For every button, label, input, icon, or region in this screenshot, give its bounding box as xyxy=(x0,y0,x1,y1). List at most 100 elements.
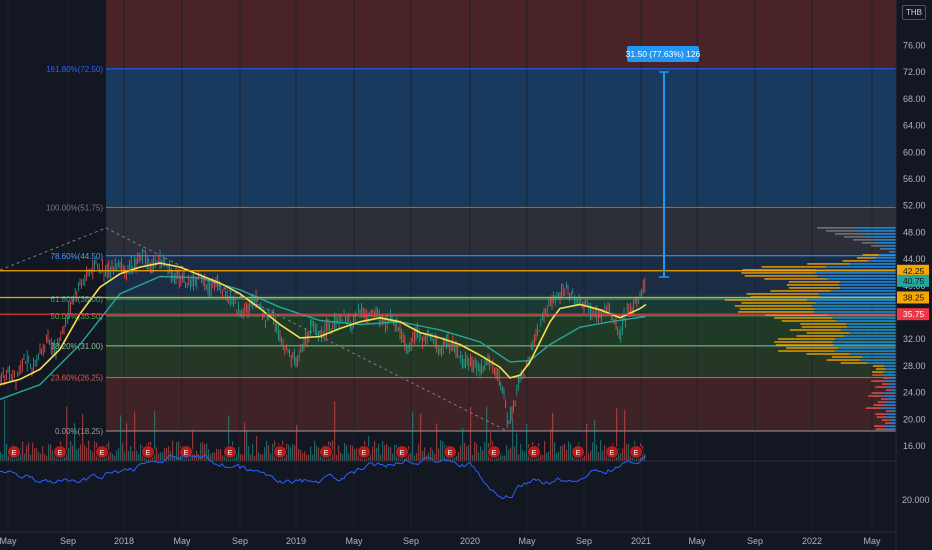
volume-profile-bar xyxy=(889,377,896,379)
volume-bar xyxy=(438,448,440,461)
volume-profile-bar xyxy=(875,368,886,370)
price-tag-label: 42.25 xyxy=(903,266,925,276)
volume-bar xyxy=(42,446,44,461)
volume-bar xyxy=(522,450,524,461)
volume-profile-bar xyxy=(867,362,896,364)
volume-profile-bar xyxy=(801,326,847,328)
volume-bar xyxy=(428,452,430,461)
volume-profile-bar xyxy=(844,335,896,337)
volume-profile-bar xyxy=(880,248,888,250)
volume-bar xyxy=(130,446,132,461)
volume-profile-bar xyxy=(836,320,896,322)
volume-bar xyxy=(462,428,464,461)
volume-bar xyxy=(382,441,384,461)
fib-zone-grey xyxy=(106,206,896,254)
volume-profile-bar xyxy=(741,272,816,274)
volume-bar xyxy=(486,406,488,461)
volume-profile-bar xyxy=(886,410,891,412)
volume-bar xyxy=(512,418,514,461)
price-chart[interactable]: 161.80%(72.50) 100.00%(51.75) 78.60%(44.50… xyxy=(0,0,932,550)
volume-bar xyxy=(90,449,92,461)
volume-bar xyxy=(378,443,380,461)
volume-bar xyxy=(78,447,80,461)
volume-profile-bar xyxy=(761,266,827,268)
volume-bar xyxy=(40,453,42,461)
earnings-marker-letter: E xyxy=(324,450,329,457)
volume-bar xyxy=(524,451,526,461)
price-tick-label: 64.00 xyxy=(903,121,926,131)
volume-profile-bar xyxy=(786,347,839,349)
volume-bar xyxy=(316,445,318,461)
volume-profile-bar xyxy=(840,329,896,331)
volume-bar xyxy=(394,444,396,461)
time-tick-label: May xyxy=(688,536,706,546)
volume-bar xyxy=(334,401,336,461)
volume-bar xyxy=(624,410,626,461)
price-tick-label: 68.00 xyxy=(903,94,926,104)
volume-profile-bar xyxy=(885,422,891,424)
volume-bar xyxy=(68,448,70,461)
volume-profile-bar xyxy=(890,389,896,391)
volume-bar xyxy=(110,452,112,461)
volume-profile-bar xyxy=(871,245,883,247)
volume-bar xyxy=(506,445,508,461)
earnings-marker-letter: E xyxy=(58,450,63,457)
volume-bar xyxy=(122,443,124,461)
volume-bar xyxy=(568,441,570,461)
volume-profile-bar xyxy=(885,413,896,415)
volume-bar xyxy=(558,451,560,461)
volume-profile-bar xyxy=(854,227,896,229)
volume-profile-bar xyxy=(774,317,833,319)
volume-profile-bar xyxy=(878,242,896,244)
volume-bar xyxy=(30,454,32,461)
fib-level-label: 0.00%(18.25) xyxy=(55,427,103,436)
price-tags: 42.2540.75 38.25 35.75 xyxy=(897,264,929,321)
volume-bar xyxy=(270,453,272,461)
volume-profile-bar xyxy=(873,425,885,427)
volume-bar xyxy=(584,455,586,461)
volume-profile-bar xyxy=(833,344,896,346)
volume-profile-bar xyxy=(806,332,850,334)
volume-bar xyxy=(254,455,256,461)
volume-bar xyxy=(76,449,78,461)
volume-profile-bar xyxy=(856,257,876,259)
volume-profile-bar xyxy=(868,236,896,238)
volume-bar xyxy=(34,448,36,461)
price-tick-label: 56.00 xyxy=(903,174,926,184)
volume-bar xyxy=(206,443,208,461)
volume-bar xyxy=(318,447,320,461)
volume-profile-bar xyxy=(862,254,879,256)
volume-profile-bar xyxy=(815,272,896,274)
volume-profile-bar xyxy=(826,230,860,232)
volume-bar xyxy=(554,442,556,461)
fib-level-label: 161.80%(72.50) xyxy=(46,65,103,74)
volume-profile-bar xyxy=(827,278,896,280)
earnings-marker-letter: E xyxy=(532,450,537,457)
volume-profile-bar xyxy=(835,233,865,235)
volume-bar xyxy=(22,441,24,461)
volume-profile-bar xyxy=(806,299,896,301)
volume-bar xyxy=(380,454,382,461)
volume-bar xyxy=(32,442,34,461)
volume-profile-bar xyxy=(887,248,896,250)
currency-badge[interactable]: THB xyxy=(902,5,926,20)
volume-profile-bar xyxy=(834,350,896,352)
fib-zone-extension-blue xyxy=(106,68,896,206)
volume-bar xyxy=(424,447,426,461)
volume-profile-bar xyxy=(873,239,896,241)
volume-bar xyxy=(466,446,468,461)
volume-profile-bar xyxy=(775,344,834,346)
volume-bar xyxy=(214,452,216,461)
volume-bar xyxy=(260,454,262,461)
volume-bar xyxy=(310,446,312,461)
volume-bar xyxy=(308,454,310,461)
price-tick-label: 28.00 xyxy=(903,361,926,371)
price-tick-label: 20.00 xyxy=(903,414,926,424)
volume-bar xyxy=(162,452,164,461)
volume-bar xyxy=(212,452,214,461)
volume-profile-bar xyxy=(882,380,896,382)
volume-bar xyxy=(336,455,338,461)
oscillator-tick-label: 20.000 xyxy=(902,495,930,505)
volume-bar xyxy=(548,451,550,461)
volume-bar xyxy=(374,441,376,461)
